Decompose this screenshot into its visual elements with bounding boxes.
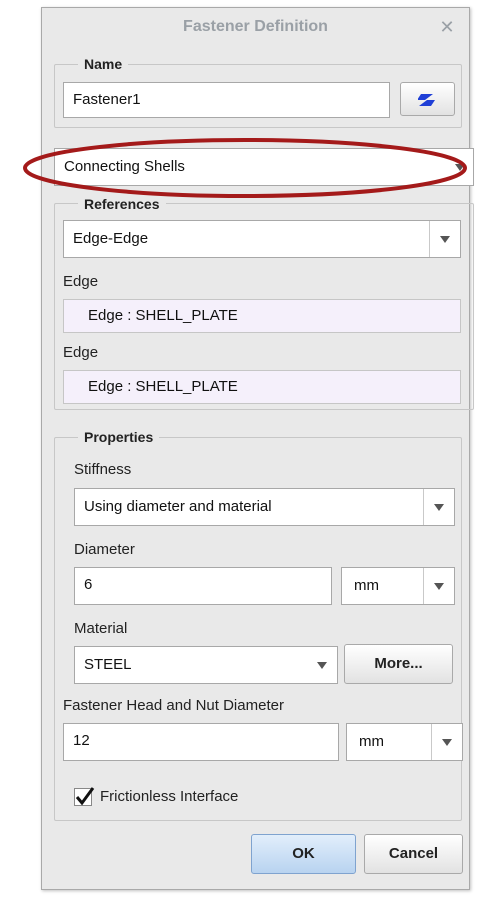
diameter-input[interactable]: 6 [74,567,332,605]
edge1-label: Edge [63,273,99,290]
diameter-label: Diameter [74,541,135,558]
color-swatch-icon [418,94,435,106]
material-dropdown-arrow[interactable] [307,647,337,683]
head-nut-diameter-input[interactable]: 12 [63,723,339,761]
material-label: Material [74,620,128,637]
chevron-down-icon [440,236,450,243]
head-nut-unit-value: mm [359,733,384,750]
frictionless-checkbox[interactable] [74,787,95,806]
edge2-label: Edge [63,344,99,361]
name-color-button[interactable] [400,82,455,116]
name-legend: Name [78,56,129,72]
diameter-unit-value: mm [354,577,379,594]
chevron-down-icon [317,662,327,669]
material-select[interactable]: STEEL [74,646,338,684]
highlight-ellipse [23,138,467,198]
chevron-down-icon [434,583,444,590]
edge1-collector[interactable]: Edge : SHELL_PLATE [63,299,461,333]
chevron-down-icon [434,504,444,511]
cancel-button[interactable]: Cancel [364,834,463,874]
properties-legend: Properties [78,429,160,445]
stiffness-select[interactable]: Using diameter and material [74,488,455,526]
reference-type-select[interactable]: Edge-Edge [63,220,461,258]
diameter-unit-select[interactable]: mm [341,567,455,605]
close-icon[interactable]: ✕ [436,16,458,38]
name-input[interactable]: Fastener1 [63,82,390,118]
edge2-collector[interactable]: Edge : SHELL_PLATE [63,370,461,404]
frictionless-label[interactable]: Frictionless Interface [100,788,238,805]
ok-button[interactable]: OK [251,834,356,874]
head-nut-unit-dropdown-arrow[interactable] [431,724,462,760]
dialog-title: Fastener Definition [183,18,328,35]
more-button[interactable]: More... [344,644,453,684]
stiffness-value: Using diameter and material [84,498,272,515]
head-nut-unit-select[interactable]: mm [346,723,463,761]
stiffness-dropdown-arrow[interactable] [423,489,454,525]
reference-type-dropdown-arrow[interactable] [429,221,460,257]
checkmark-icon [75,787,95,806]
chevron-down-icon [442,739,452,746]
material-value: STEEL [84,656,132,673]
reference-type-value: Edge-Edge [73,230,149,247]
diameter-unit-dropdown-arrow[interactable] [423,568,454,604]
head-nut-diameter-label: Fastener Head and Nut Diameter [63,697,284,714]
stiffness-label: Stiffness [74,461,132,478]
